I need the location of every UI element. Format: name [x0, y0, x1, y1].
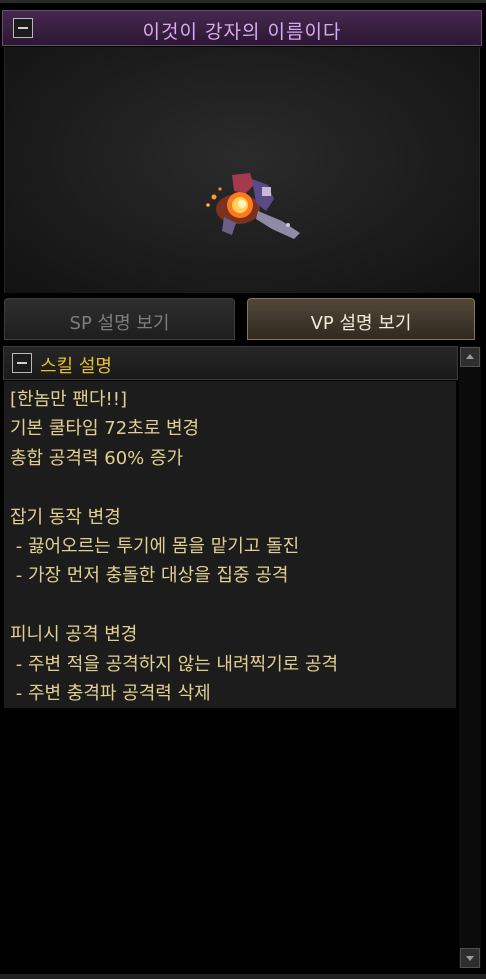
window-top-border: [0, 0, 486, 3]
scroll-up-arrow-icon: [466, 354, 474, 359]
description-line: [10, 473, 448, 502]
description-scrollbar[interactable]: [459, 346, 481, 968]
description-line: [10, 591, 448, 620]
description-line: 총합 공격력 60% 증가: [10, 447, 184, 469]
description-line: - 끓어오르는 투기에 몸을 맡기고 돌진: [10, 535, 300, 557]
scroll-down-button[interactable]: [460, 948, 480, 968]
character-sprite-icon: [206, 173, 300, 239]
description-line: 기본 쿨타임 72초로 변경: [10, 418, 200, 440]
collapse-icon[interactable]: [12, 353, 32, 373]
description-line: - 주변 충격파 공격력 삭제: [10, 682, 211, 704]
description-line: 피니시 공격 변경: [10, 624, 138, 646]
window-bottom-border: [0, 974, 486, 979]
description-line: [한놈만 팬다!!]: [10, 389, 127, 410]
tab-vp-description[interactable]: VP 설명 보기: [247, 298, 475, 340]
skill-description-panel: [한놈만 팬다!!] 기본 쿨타임 72초로 변경 총합 공격력 60% 증가 …: [4, 381, 456, 708]
description-line: - 가장 먼저 충돌한 대상을 집중 공격: [10, 565, 289, 587]
skill-description-header: 스킬 설명: [3, 346, 458, 380]
skill-preview-area: [4, 47, 480, 293]
scroll-down-arrow-icon: [466, 956, 474, 961]
skill-description-label: 스킬 설명: [40, 356, 112, 377]
tab-sp-description[interactable]: SP 설명 보기: [4, 298, 235, 340]
description-line: 잡기 동작 변경: [10, 506, 121, 528]
window-title: 이것이 강자의 이름이다: [142, 21, 342, 43]
scroll-up-button[interactable]: [460, 347, 480, 367]
title-bar: 이것이 강자의 이름이다: [2, 10, 482, 46]
description-line: - 주변 적을 공격하지 않는 내려찍기로 공격: [10, 653, 339, 675]
